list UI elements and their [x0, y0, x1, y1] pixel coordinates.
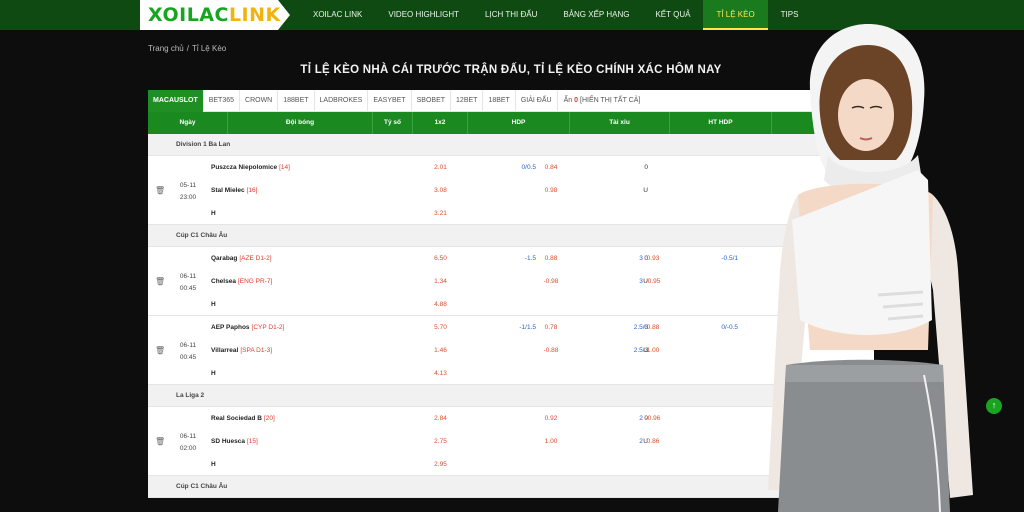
tab-bet365[interactable]: BET365: [204, 89, 241, 112]
breadcrumb-home[interactable]: Trang chủ: [148, 44, 184, 53]
home-team[interactable]: AEP Paphos [CYP D1-2]: [211, 324, 284, 331]
col-hdp: HDP: [468, 112, 570, 134]
odd-1x2[interactable]: 1.46: [413, 347, 468, 354]
show-all-link[interactable]: [HIỂN THỊ TẤT CẢ]: [580, 97, 640, 104]
hdp-odd[interactable]: 0.92: [541, 415, 561, 422]
away-team[interactable]: Chelsea [ENG PR-7]: [211, 278, 272, 285]
odd-1x2[interactable]: 2.95: [413, 461, 468, 468]
tab-188bet[interactable]: 188BET: [278, 89, 315, 112]
ou-odd[interactable]: -0.96: [644, 415, 662, 422]
breadcrumb-separator: /: [186, 44, 189, 53]
logo-text-xoilac: XOILAC: [148, 4, 229, 26]
draw-label: H: [211, 370, 216, 377]
tab-18bet[interactable]: 18BET: [483, 89, 516, 112]
promo-model-image: [768, 24, 973, 512]
hdp-odd[interactable]: 0.88: [541, 255, 561, 262]
odd-1x2[interactable]: 6.50: [413, 255, 468, 262]
draw-label: H: [211, 210, 216, 217]
tab-sbobet[interactable]: SBOBET: [412, 89, 452, 112]
draw-label: H: [211, 301, 216, 308]
tab-crown[interactable]: CROWN: [240, 89, 279, 112]
hdp-odd[interactable]: -0.88: [541, 347, 561, 354]
arrow-up-icon[interactable]: ↑: [986, 398, 1002, 414]
ou-odd[interactable]: 0.86: [644, 438, 662, 445]
col-1x2: 1x2: [413, 112, 468, 134]
col-over-under: Tài xỉu: [570, 112, 670, 134]
ou-odd[interactable]: 1.00: [644, 347, 662, 354]
nav-item-video-highlight[interactable]: VIDEO HIGHLIGHT: [375, 0, 472, 30]
draw-label: H: [211, 461, 216, 468]
nav-item-ket-qua[interactable]: KẾT QUẢ: [642, 0, 703, 30]
hdp-odd[interactable]: 0.78: [541, 324, 561, 331]
away-team[interactable]: Stal Mielec [16]: [211, 187, 257, 194]
hdp-odd[interactable]: 1.00: [541, 438, 561, 445]
ou-odd[interactable]: 0.93: [644, 255, 662, 262]
odd-1x2[interactable]: 2.75: [413, 438, 468, 445]
nav-item-lich-thi-dau[interactable]: LỊCH THI ĐẤU: [472, 0, 550, 30]
hdp-line: -1/1.5: [519, 324, 536, 331]
nav-item-bang-xep-hang[interactable]: BẢNG XẾP HẠNG: [550, 0, 642, 30]
site-logo[interactable]: XOILAC LINK: [140, 0, 290, 30]
odd-1x2[interactable]: 3.21: [413, 210, 468, 217]
hdp-line: -1.5: [524, 255, 536, 262]
odd-1x2[interactable]: 1.34: [413, 278, 468, 285]
breadcrumb-current: Tỉ Lệ Kèo: [191, 44, 227, 53]
col-date: Ngày: [148, 112, 228, 134]
hdp-odd[interactable]: 0.84: [541, 164, 561, 171]
ou-side: 0: [644, 164, 648, 171]
ou-odd[interactable]: 0.88: [644, 324, 662, 331]
col-teams: Đội bóng: [228, 112, 373, 134]
tab-ladbrokes[interactable]: LADBROKES: [315, 89, 369, 112]
logo-text-link: LINK: [228, 4, 281, 26]
hidden-number: 0: [574, 97, 579, 104]
ou-side: U: [643, 187, 648, 194]
hdp-odd[interactable]: 0.98: [541, 187, 561, 194]
home-team[interactable]: Puszcza Niepolomice [14]: [211, 164, 290, 171]
odd-1x2[interactable]: 3.08: [413, 187, 468, 194]
hidden-prefix: Ẩn: [563, 97, 573, 104]
tab-easybet[interactable]: EASYBET: [368, 89, 412, 112]
tab-12bet[interactable]: 12BET: [451, 89, 484, 112]
tab-giai-dau[interactable]: GIẢI ĐẤU: [516, 89, 558, 112]
away-team[interactable]: Villarreal [SPA D1-3]: [211, 347, 272, 354]
col-score: Tỷ số: [373, 112, 413, 134]
tab-macauslot[interactable]: MACAUSLOT: [148, 89, 204, 112]
odd-1x2[interactable]: 2.84: [413, 415, 468, 422]
odd-1x2[interactable]: 2.01: [413, 164, 468, 171]
breadcrumb: Trang chủ / Tỉ Lệ Kèo: [148, 44, 226, 53]
hdp-odd[interactable]: -0.98: [541, 278, 561, 285]
odd-1x2[interactable]: 5.70: [413, 324, 468, 331]
hidden-count: Ẩn 0 [HIỂN THỊ TẤT CẢ]: [558, 97, 641, 104]
nav-item-xoilac-link[interactable]: XOILAC LINK: [300, 0, 375, 30]
hdp-line: 0/0.5: [521, 164, 536, 171]
home-team[interactable]: Qarabag [AZE D1-2]: [211, 255, 272, 262]
home-team[interactable]: Real Sociedad B [20]: [211, 415, 275, 422]
odd-1x2[interactable]: 4.88: [413, 301, 468, 308]
away-team[interactable]: SD Huesca [15]: [211, 438, 258, 445]
odd-1x2[interactable]: 4.13: [413, 370, 468, 377]
ou-odd[interactable]: -0.95: [644, 278, 662, 285]
